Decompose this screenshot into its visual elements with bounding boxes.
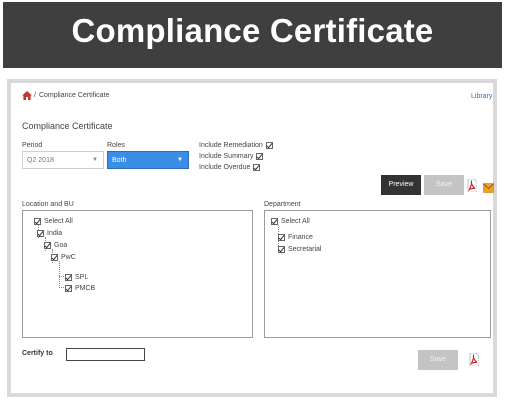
tree-item-goa[interactable]: Goa xyxy=(44,240,67,250)
checkbox-checked-icon[interactable] xyxy=(271,217,278,225)
tree-item-label: PwC xyxy=(61,253,76,261)
option-label: Include Summary xyxy=(199,153,254,160)
title-banner: Compliance Certificate xyxy=(3,2,502,68)
checkbox-checked-icon[interactable] xyxy=(256,153,264,160)
breadcrumb: / Compliance Certificate xyxy=(22,91,109,100)
tree-item-label: India xyxy=(47,229,63,237)
mail-icon[interactable] xyxy=(483,180,494,193)
certify-input[interactable] xyxy=(66,348,145,361)
roles-label: Roles xyxy=(107,142,125,149)
option-overdue[interactable]: Include Overdue xyxy=(199,162,273,173)
tree-item-label: Select All xyxy=(44,217,73,225)
tree-item-finance[interactable]: Finance xyxy=(278,232,313,242)
checkbox-checked-icon[interactable] xyxy=(265,142,273,149)
breadcrumb-current: Compliance Certificate xyxy=(38,92,110,99)
checkbox-checked-icon[interactable] xyxy=(37,229,44,237)
tree-item-label: Secretarial xyxy=(288,245,322,253)
page-title: Compliance Certificate xyxy=(22,121,113,131)
checkbox-checked-icon[interactable] xyxy=(34,217,41,225)
chevron-down-icon: ▼ xyxy=(177,157,183,163)
department-label: Department xyxy=(264,201,301,208)
option-summary[interactable]: Include Summary xyxy=(199,151,273,162)
save-button[interactable]: Save xyxy=(424,175,464,195)
checkbox-checked-icon[interactable] xyxy=(44,241,51,249)
tree-item-spl[interactable]: SPL xyxy=(65,272,88,282)
tree-item-pmcb[interactable]: PMCB xyxy=(65,283,95,293)
department-tree: Select All Finance Secretarial xyxy=(264,210,491,338)
tree-item-label: Finance xyxy=(288,233,313,241)
include-options: Include Remediation Include Summary Incl… xyxy=(199,140,273,173)
pdf-icon[interactable] xyxy=(469,352,480,367)
tree-item-label: SPL xyxy=(75,273,89,281)
checkbox-checked-icon[interactable] xyxy=(278,233,285,241)
checkbox-checked-icon[interactable] xyxy=(65,284,72,292)
footer-save-button[interactable]: Save xyxy=(418,350,458,370)
tree-item-select-all[interactable]: Select All xyxy=(34,216,73,226)
period-label: Period xyxy=(22,142,43,149)
preview-button[interactable]: Preview xyxy=(381,175,421,195)
option-label: Include Remediation xyxy=(199,142,263,149)
location-tree: Select All India Goa PwC SPL PMCB xyxy=(22,210,253,338)
breadcrumb-separator: / xyxy=(34,92,36,99)
option-label: Include Overdue xyxy=(199,164,251,171)
library-link[interactable]: Library xyxy=(471,93,492,100)
pdf-icon[interactable] xyxy=(467,178,478,193)
tree-item-label: Goa xyxy=(54,241,68,249)
checkbox-checked-icon[interactable] xyxy=(278,245,285,253)
checkbox-checked-icon[interactable] xyxy=(51,253,58,261)
roles-value: Both xyxy=(112,157,127,164)
tree-item-india[interactable]: India xyxy=(37,228,62,238)
roles-select[interactable]: Both ▼ xyxy=(107,151,189,169)
tree-item-label: PMCB xyxy=(75,284,96,292)
banner-title: Compliance Certificate xyxy=(71,12,434,49)
tree-item-select-all[interactable]: Select All xyxy=(271,216,310,226)
tree-item-label: Select All xyxy=(281,217,310,225)
period-select[interactable]: Q2 2018 ▼ xyxy=(22,151,104,169)
period-value: Q2 2018 xyxy=(27,157,54,164)
tree-item-pwc[interactable]: PwC xyxy=(51,252,76,262)
checkbox-checked-icon[interactable] xyxy=(65,273,72,281)
certify-label: Certify to xyxy=(22,350,53,357)
tree-item-secretarial[interactable]: Secretarial xyxy=(278,244,321,254)
checkbox-checked-icon[interactable] xyxy=(253,164,261,171)
chevron-down-icon: ▼ xyxy=(92,157,98,163)
location-label: Location and BU xyxy=(22,201,74,208)
home-icon[interactable] xyxy=(22,91,32,100)
option-remediation[interactable]: Include Remediation xyxy=(199,140,273,151)
